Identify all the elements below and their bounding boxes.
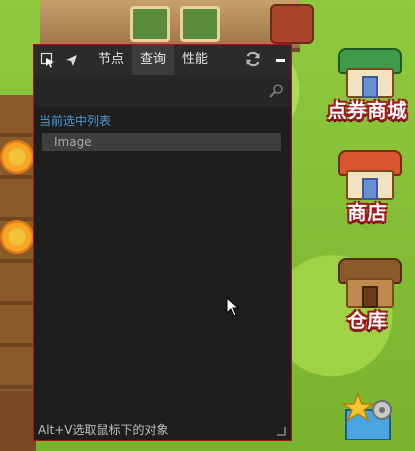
coupon-mall-icon: [337, 48, 402, 98]
warehouse-icon: [337, 258, 402, 308]
sunflower: [0, 140, 34, 174]
door: [361, 286, 378, 308]
tab-query[interactable]: 查询: [132, 45, 175, 75]
warehouse-label: 仓库: [347, 310, 388, 332]
footer-hint: Alt+V选取鼠标下的对象: [38, 423, 169, 437]
coupon-mall-label: 点券商城: [327, 100, 408, 122]
shop-label: 商店: [347, 202, 388, 224]
mouse-cursor-icon: [226, 296, 240, 317]
shop-button[interactable]: 商店: [320, 150, 415, 225]
settings-button[interactable]: [320, 391, 415, 441]
inspector-toolbar: 节点 查询 性能: [34, 45, 291, 75]
selected-list: Image: [42, 133, 281, 151]
barrel: [270, 4, 314, 44]
farmhouse-window: [130, 6, 170, 42]
coupon-mall-button[interactable]: 点券商城: [320, 48, 415, 123]
warehouse-button[interactable]: 仓库: [320, 258, 415, 333]
door: [361, 178, 378, 200]
search-icon[interactable]: [267, 82, 285, 100]
locate-icon[interactable]: [62, 51, 80, 69]
minimize-icon[interactable]: [276, 58, 285, 62]
selected-list-title: 当前选中列表: [39, 114, 112, 128]
farm-soil: [0, 391, 36, 451]
farmhouse-window: [180, 6, 220, 42]
refresh-icon[interactable]: [244, 50, 262, 71]
pick-element-icon[interactable]: [39, 51, 57, 69]
sunflower: [0, 220, 34, 254]
resize-handle-icon[interactable]: [276, 425, 286, 436]
star-gear-icon: [338, 391, 398, 441]
search-input[interactable]: [38, 79, 267, 103]
shop-icon: [337, 150, 402, 200]
inspector-panel: 节点 查询 性能 当前选中列表 Image Alt+V选取鼠标下的对象: [33, 44, 292, 441]
tab-performance[interactable]: 性能: [174, 45, 216, 75]
tab-nodes[interactable]: 节点: [90, 45, 132, 75]
door: [361, 76, 378, 98]
list-item[interactable]: Image: [42, 133, 281, 151]
search-row: [34, 75, 291, 107]
